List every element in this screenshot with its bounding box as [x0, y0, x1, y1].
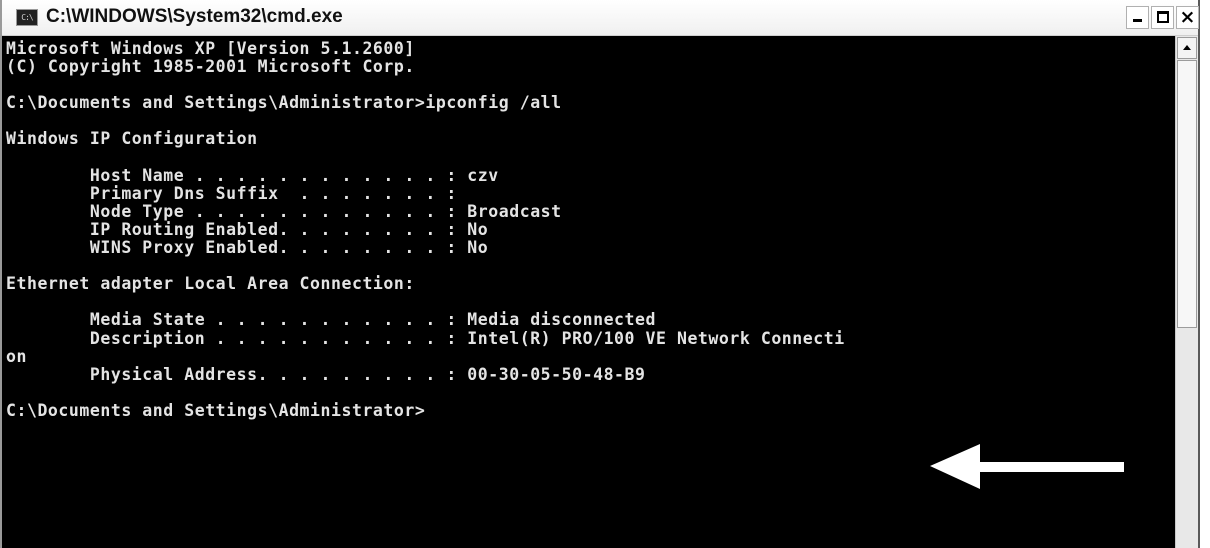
cmd-window: C:\ C:\WINDOWS\System32\cmd.exe × Micros… [0, 0, 1200, 548]
console-output[interactable]: Microsoft Windows XP [Version 5.1.2600](… [2, 36, 1175, 548]
console-line: Primary Dns Suffix . . . . . . . : [6, 183, 457, 203]
console-line: WINS Proxy Enabled. . . . . . . . : No [6, 238, 489, 258]
window-title: C:\WINDOWS\System32\cmd.exe [46, 6, 343, 27]
console-line: Description . . . . . . . . . . . : Inte… [6, 328, 845, 348]
console-icon[interactable]: C:\ [16, 9, 38, 26]
console-line: Host Name . . . . . . . . . . . . : czv [6, 165, 499, 185]
console-line: C:\Documents and Settings\Administrator> [6, 400, 426, 420]
scroll-up-button[interactable] [1177, 37, 1197, 59]
vertical-scrollbar[interactable] [1175, 36, 1198, 548]
close-button[interactable]: × [1176, 6, 1199, 29]
console-line: (C) Copyright 1985-2001 Microsoft Corp. [6, 57, 415, 77]
console-line: C:\Documents and Settings\Administrator>… [6, 93, 562, 113]
console-text: Microsoft Windows XP [Version 5.1.2600](… [6, 39, 845, 420]
maximize-button[interactable] [1151, 6, 1174, 29]
console-line: Physical Address. . . . . . . . . : 00-3… [6, 364, 646, 384]
minimize-icon [1133, 19, 1142, 22]
console-line: Microsoft Windows XP [Version 5.1.2600] [6, 39, 415, 58]
close-icon: × [1179, 6, 1196, 28]
console-line: Media State . . . . . . . . . . . : Medi… [6, 310, 656, 330]
maximize-icon [1157, 11, 1169, 23]
minimize-button[interactable] [1126, 6, 1149, 29]
console-line: Ethernet adapter Local Area Connection: [6, 274, 415, 294]
console-line: on [6, 346, 27, 366]
console-line: IP Routing Enabled. . . . . . . . : No [6, 219, 489, 239]
scroll-thumb[interactable] [1177, 60, 1197, 328]
console-line: Windows IP Configuration [6, 129, 258, 149]
console-line: Node Type . . . . . . . . . . . . : Broa… [6, 201, 562, 221]
up-arrow-icon [1183, 45, 1191, 50]
title-bar[interactable]: C:\ C:\WINDOWS\System32\cmd.exe × [2, 0, 1199, 36]
